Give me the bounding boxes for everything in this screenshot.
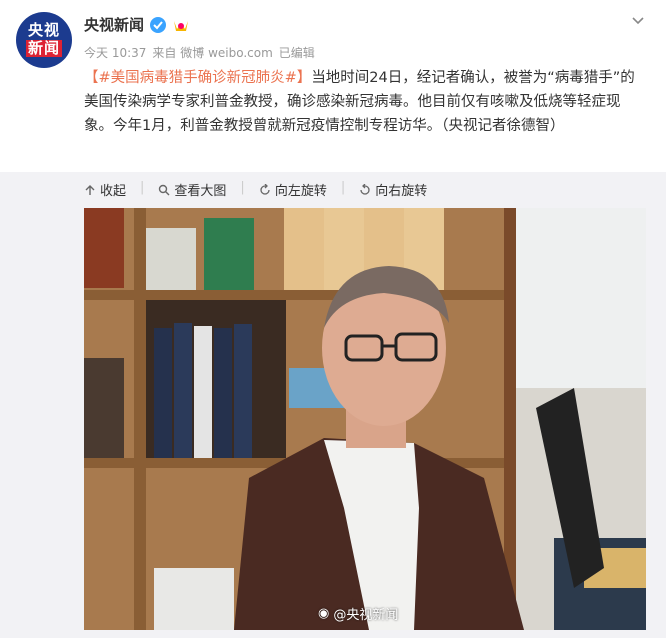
image-toolbar: 收起 | 查看大图 | 向左旋转 | 向右旋转 xyxy=(84,180,427,199)
post-photo[interactable] xyxy=(84,208,646,630)
source-prefix: 来自 xyxy=(152,46,177,60)
collapse-icon xyxy=(85,184,95,195)
rotate-right-icon xyxy=(360,183,370,195)
image-watermark: ◉ @央视新闻 xyxy=(318,604,398,623)
weibo-logo-icon: ◉ xyxy=(318,606,330,621)
collapse-button[interactable]: 收起 xyxy=(84,180,126,199)
rotate-left-label: 向左旋转 xyxy=(274,184,327,199)
rotate-right-label: 向右旋转 xyxy=(375,184,428,199)
avatar-line2: 新闻 xyxy=(25,39,62,57)
post-source[interactable]: 微博 weibo.com xyxy=(180,46,273,60)
collapse-label: 收起 xyxy=(100,184,127,199)
view-large-button[interactable]: 查看大图 xyxy=(158,180,226,199)
edited-label[interactable]: 已编辑 xyxy=(279,44,315,61)
post-meta: 今天 10:37 来自 微博 weibo.com 已编辑 xyxy=(84,44,315,61)
post-time[interactable]: 今天 10:37 xyxy=(84,44,146,61)
rotate-right-button[interactable]: 向右旋转 xyxy=(359,180,427,199)
watermark-text: @央视新闻 xyxy=(333,608,399,623)
view-large-label: 查看大图 xyxy=(174,184,227,199)
avatar-line1: 央视 xyxy=(27,21,60,39)
verified-icon xyxy=(150,16,167,33)
photo-illustration xyxy=(84,208,646,630)
search-icon xyxy=(159,184,170,195)
vip-badge-icon[interactable] xyxy=(172,17,190,33)
media-panel: 收起 | 查看大图 | 向左旋转 | 向右旋转 ◉ @央视新闻 xyxy=(0,172,666,638)
user-row: 央视新闻 xyxy=(84,14,190,35)
post-text: 【#美国病毒猎手确诊新冠肺炎#】当地时间24日，经记者确认，被誉为“病毒猎手”的… xyxy=(84,66,644,138)
chevron-down-icon[interactable] xyxy=(630,12,646,28)
user-name[interactable]: 央视新闻 xyxy=(84,14,144,35)
rotate-left-button[interactable]: 向左旋转 xyxy=(259,180,327,199)
topic-link[interactable]: 【#美国病毒猎手确诊新冠肺炎#】 xyxy=(84,70,311,86)
rotate-left-icon xyxy=(260,183,270,195)
avatar[interactable]: 央视 新闻 xyxy=(16,12,72,68)
